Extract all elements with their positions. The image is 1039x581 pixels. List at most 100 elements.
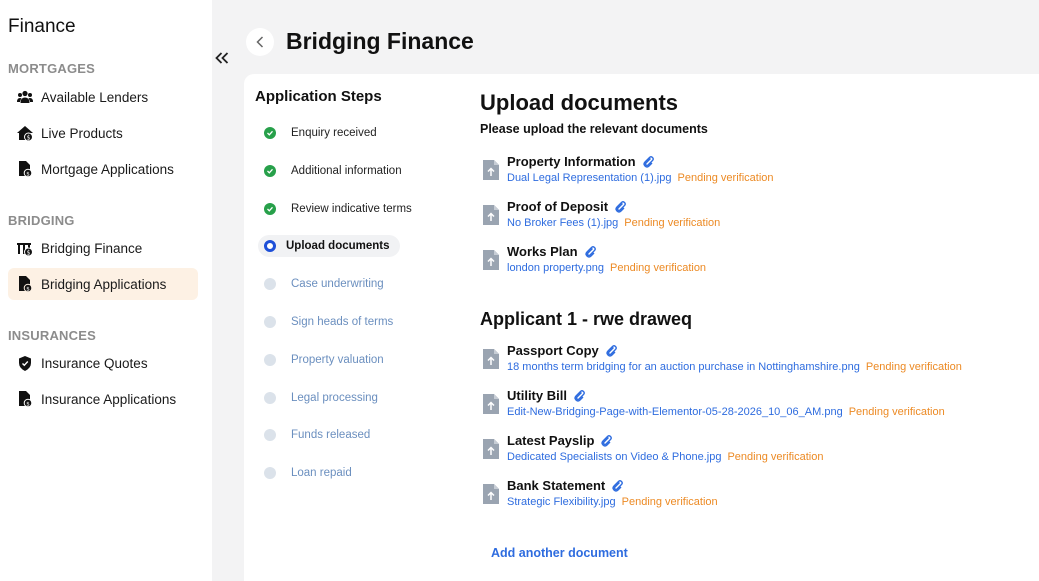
home-dollar-icon: $	[17, 125, 33, 141]
back-button[interactable]	[246, 28, 274, 56]
step-loan-repaid[interactable]: Loan repaid	[258, 462, 352, 484]
step-case-underwriting[interactable]: Case underwriting	[258, 273, 384, 295]
section-subtitle: Please upload the relevant documents	[480, 122, 708, 136]
chevron-left-icon	[256, 36, 264, 48]
double-chevron-left-icon	[215, 52, 229, 64]
applicant-title: Applicant 1 - rwe draweq	[480, 309, 693, 329]
sidebar-item-label: Available Lenders	[41, 89, 149, 105]
brand-title: Finance	[8, 16, 76, 37]
sidebar: Finance MORTGAGES Available Lenders $ Li…	[0, 0, 212, 581]
document-title: Latest Payslip	[507, 433, 595, 448]
step-label: Enquiry received	[291, 127, 377, 139]
document-status: Pending verification	[621, 496, 718, 508]
section-title-upload-documents: Upload documents	[480, 90, 679, 115]
document-item: Proof of Deposit No Broker Fees (1).jpg P…	[482, 199, 1022, 235]
document-item: Latest Payslip Dedicated Specialists on …	[482, 433, 1022, 469]
document-title: Proof of Deposit	[507, 199, 609, 214]
file-upload-icon	[483, 349, 499, 369]
sidebar-item-bridging-finance[interactable]: $ Bridging Finance	[8, 232, 198, 264]
file-upload-icon	[483, 439, 499, 459]
step-label: Legal processing	[291, 392, 378, 404]
pending-step-icon	[264, 278, 276, 290]
step-label: Sign heads of terms	[291, 316, 394, 328]
document-status: Pending verification	[677, 172, 774, 184]
step-review-indicative-terms[interactable]: Review indicative terms	[258, 198, 412, 220]
document-title: Works Plan	[507, 244, 578, 259]
paperclip-icon[interactable]	[614, 200, 627, 213]
document-file-link[interactable]: london property.png	[507, 262, 604, 274]
document-item: Property Information Dual Legal Represen…	[482, 154, 1022, 190]
sidebar-item-bridging-applications[interactable]: $ Bridging Applications	[8, 268, 198, 300]
sidebar-item-label: Insurance Quotes	[41, 355, 148, 371]
bridge-dollar-icon: $	[17, 240, 33, 256]
document-file-link[interactable]: 18 months term bridging for an auction p…	[507, 361, 860, 373]
document-file-link[interactable]: Strategic Flexibility.jpg	[507, 496, 616, 508]
document-file-link[interactable]: Dual Legal Representation (1).jpg	[507, 172, 672, 184]
pending-step-icon	[264, 392, 276, 404]
step-label: Upload documents	[286, 240, 390, 252]
document-status: Pending verification	[848, 406, 945, 418]
sidebar-item-insurance-applications[interactable]: $ Insurance Applications	[8, 383, 198, 415]
paperclip-icon[interactable]	[584, 245, 597, 258]
svg-text:$: $	[26, 171, 30, 177]
sidebar-item-label: Bridging Applications	[41, 276, 167, 292]
check-circle-icon	[264, 127, 276, 139]
svg-text:$: $	[27, 134, 31, 141]
sidebar-item-available-lenders[interactable]: Available Lenders	[8, 81, 198, 113]
steps-title: Application Steps	[255, 88, 382, 105]
document-title: Passport Copy	[507, 343, 599, 358]
step-legal-processing[interactable]: Legal processing	[258, 387, 378, 409]
paperclip-icon[interactable]	[600, 434, 613, 447]
sidebar-item-label: Bridging Finance	[41, 240, 143, 256]
pending-step-icon	[264, 316, 276, 328]
document-file-link[interactable]: No Broker Fees (1).jpg	[507, 217, 618, 229]
step-label: Funds released	[291, 429, 371, 441]
step-upload-documents[interactable]: Upload documents	[258, 235, 400, 257]
sidebar-item-mortgage-applications[interactable]: $ Mortgage Applications	[8, 153, 198, 185]
step-enquiry-received[interactable]: Enquiry received	[258, 122, 377, 144]
step-funds-released[interactable]: Funds released	[258, 424, 370, 446]
document-status: Pending verification	[727, 451, 824, 463]
sidebar-item-label: Mortgage Applications	[41, 161, 174, 177]
paperclip-icon[interactable]	[573, 389, 586, 402]
paperclip-icon[interactable]	[642, 155, 655, 168]
pending-step-icon	[264, 354, 276, 366]
sidebar-item-label: Live Products	[41, 125, 123, 141]
step-sign-heads-of-terms[interactable]: Sign heads of terms	[258, 311, 393, 333]
sidebar-item-live-products[interactable]: $ Live Products	[8, 117, 198, 149]
shield-icon	[17, 355, 33, 371]
step-label: Additional information	[291, 165, 402, 177]
sidebar-item-insurance-quotes[interactable]: Insurance Quotes	[8, 347, 198, 379]
collapse-sidebar-button[interactable]	[211, 47, 233, 69]
step-label: Loan repaid	[291, 467, 352, 479]
step-label: Case underwriting	[291, 278, 384, 290]
check-circle-icon	[264, 165, 276, 177]
paperclip-icon[interactable]	[611, 479, 624, 492]
file-upload-icon	[483, 250, 499, 270]
document-status: Pending verification	[865, 361, 962, 373]
file-upload-icon	[483, 484, 499, 504]
file-upload-icon	[483, 160, 499, 180]
document-title: Property Information	[507, 154, 636, 169]
paperclip-icon[interactable]	[605, 344, 618, 357]
svg-text:$: $	[27, 249, 31, 256]
document-dollar-icon: $	[17, 276, 33, 292]
pending-step-icon	[264, 429, 276, 441]
svg-text:$: $	[26, 401, 30, 407]
pending-step-icon	[264, 467, 276, 479]
document-dollar-icon: $	[17, 391, 33, 407]
users-icon	[17, 89, 33, 105]
page-title: Bridging Finance	[286, 28, 474, 54]
add-another-document-link[interactable]: Add another document	[491, 546, 628, 560]
document-title: Utility Bill	[507, 388, 567, 403]
document-item: Bank Statement Strategic Flexibility.jpg…	[482, 478, 1022, 514]
document-item: Passport Copy 18 months term bridging fo…	[482, 343, 1022, 379]
document-file-link[interactable]: Edit-New-Bridging-Page-with-Elementor-05…	[507, 406, 843, 418]
file-upload-icon	[483, 394, 499, 414]
document-item: Utility Bill Edit-New-Bridging-Page-with…	[482, 388, 1022, 424]
step-additional-information[interactable]: Additional information	[258, 160, 402, 182]
document-file-link[interactable]: Dedicated Specialists on Video & Phone.j…	[507, 451, 721, 463]
document-status: Pending verification	[624, 217, 721, 229]
step-property-valuation[interactable]: Property valuation	[258, 349, 384, 371]
document-item: Works Plan london property.png Pending ve…	[482, 244, 1022, 280]
